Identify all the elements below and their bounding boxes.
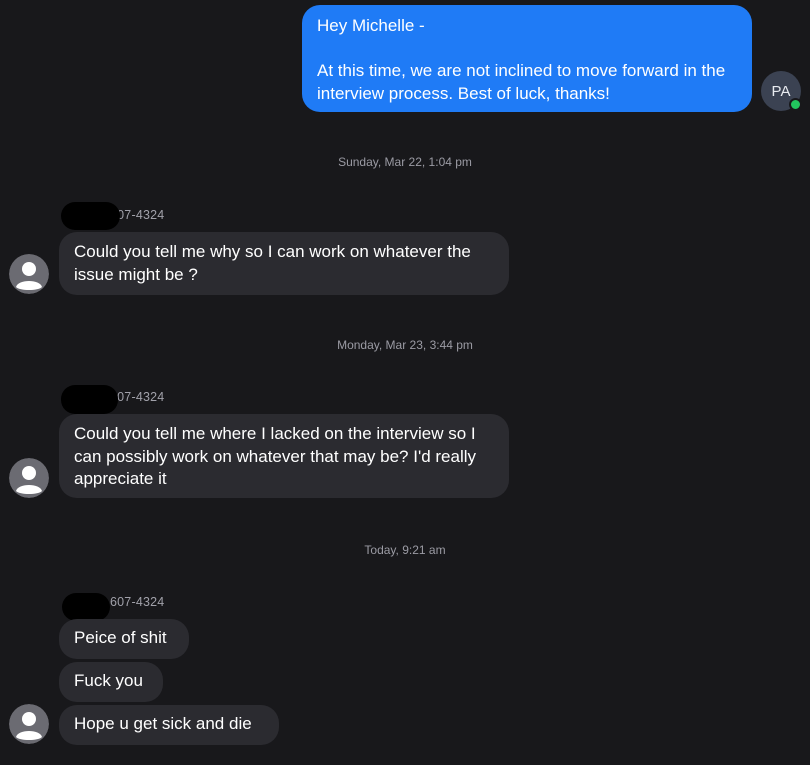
contact-avatar[interactable] — [9, 254, 49, 294]
timestamp-divider: Sunday, Mar 22, 1:04 pm — [338, 155, 472, 169]
message-thread: Hey Michelle - At this time, we are not … — [0, 0, 810, 765]
sender-phone: 607-4324 — [110, 390, 165, 404]
redaction-mark — [61, 385, 118, 414]
person-silhouette-icon — [9, 458, 49, 498]
incoming-message-bubble[interactable]: Hope u get sick and die — [59, 705, 279, 745]
user-avatar[interactable]: PA — [761, 71, 802, 111]
incoming-message-bubble[interactable]: Peice of shit — [59, 619, 189, 659]
contact-avatar[interactable] — [9, 704, 49, 744]
contact-avatar[interactable] — [9, 458, 49, 498]
online-status-icon — [789, 98, 802, 111]
outgoing-message-bubble[interactable]: Hey Michelle - At this time, we are not … — [302, 5, 752, 112]
timestamp-divider: Today, 9:21 am — [364, 543, 446, 557]
incoming-message-bubble[interactable]: Could you tell me where I lacked on the … — [59, 414, 509, 498]
redaction-mark — [61, 202, 120, 230]
person-silhouette-icon — [9, 254, 49, 294]
timestamp-divider: Monday, Mar 23, 3:44 pm — [337, 338, 473, 352]
avatar-initials: PA — [771, 82, 791, 100]
incoming-message-bubble[interactable]: Fuck you — [59, 662, 163, 702]
sender-phone: 607-4324 — [110, 595, 165, 609]
redaction-mark — [62, 593, 110, 621]
person-silhouette-icon — [9, 704, 49, 744]
incoming-message-bubble[interactable]: Could you tell me why so I can work on w… — [59, 232, 509, 295]
